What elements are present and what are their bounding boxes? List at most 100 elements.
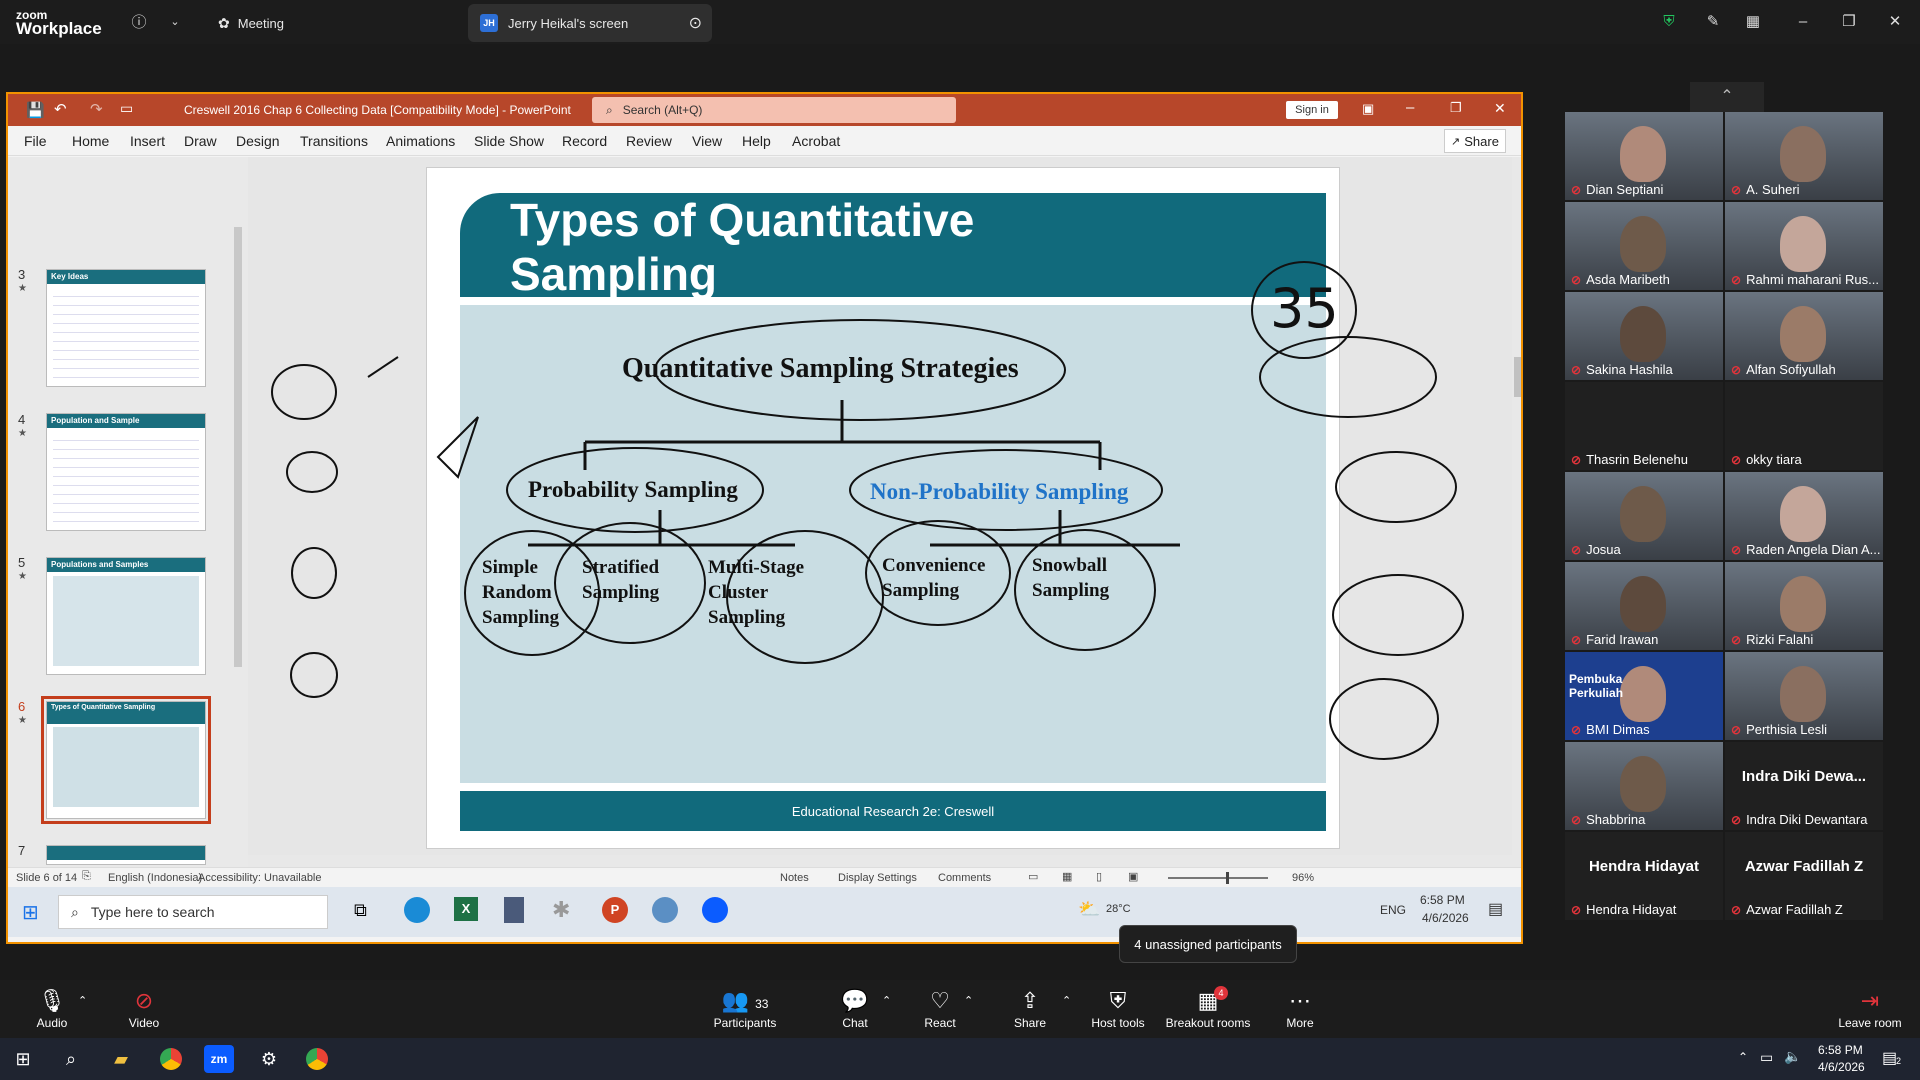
tab-meeting[interactable]: ✿ Meeting bbox=[218, 4, 448, 42]
present-icon[interactable]: ▭ bbox=[120, 100, 133, 117]
participant-tile[interactable]: ⊘ Dian Septiani bbox=[1565, 112, 1723, 200]
menu-animations[interactable]: Animations bbox=[386, 133, 455, 149]
participant-tile[interactable]: ⊘ Thasrin Belenehu bbox=[1565, 382, 1723, 470]
network-icon[interactable]: ▭ bbox=[1760, 1049, 1773, 1066]
participant-tile[interactable]: ⊘ Farid Irawan bbox=[1565, 562, 1723, 650]
participant-tile[interactable]: ⊘ Josua bbox=[1565, 472, 1723, 560]
ppt-minimize-icon[interactable]: – bbox=[1406, 99, 1414, 116]
participants-button[interactable]: 👥 33 Participants bbox=[705, 986, 785, 1030]
menu-record[interactable]: Record bbox=[562, 133, 607, 149]
menu-slide-show[interactable]: Slide Show bbox=[474, 133, 544, 149]
sign-in-button[interactable]: Sign in bbox=[1286, 101, 1338, 119]
participant-tile[interactable]: ⊘ Sakina Hashila bbox=[1565, 292, 1723, 380]
chrome-profile-icon[interactable] bbox=[302, 1045, 332, 1073]
chrome-icon[interactable] bbox=[156, 1045, 186, 1073]
display-settings-button[interactable]: Display Settings bbox=[838, 872, 917, 884]
react-button[interactable]: ♡ React bbox=[900, 986, 980, 1030]
participant-tile[interactable]: ⊘ Asda Maribeth bbox=[1565, 202, 1723, 290]
tab-shared-screen[interactable]: JH Jerry Heikal's screen ⊙ bbox=[468, 4, 712, 42]
pen-icon[interactable]: ✎ bbox=[1702, 10, 1724, 32]
zoom-level[interactable]: 96% bbox=[1292, 872, 1314, 884]
participant-tile[interactable]: ⊘ Rahmi maharani Rus... bbox=[1725, 202, 1883, 290]
menu-draw[interactable]: Draw bbox=[184, 133, 217, 149]
editor-vscroll[interactable] bbox=[1512, 157, 1521, 867]
menu-file[interactable]: File bbox=[24, 133, 47, 149]
thumb-scrollbar[interactable] bbox=[234, 227, 242, 667]
volume-icon[interactable]: 🔈 bbox=[1784, 1048, 1801, 1065]
undo-icon[interactable]: ↶ bbox=[54, 100, 67, 118]
participant-tile[interactable]: ⊘ Shabbrina bbox=[1565, 742, 1723, 830]
share-options-icon[interactable]: ⌃ bbox=[1062, 994, 1071, 1007]
zoom-taskbar-icon[interactable]: zm bbox=[204, 1045, 234, 1073]
menu-design[interactable]: Design bbox=[236, 133, 280, 149]
accessibility-label[interactable]: Accessibility: Unavailable bbox=[198, 872, 322, 884]
view-slideshow-icon[interactable]: ▣ bbox=[1128, 870, 1138, 883]
editor-hscroll[interactable] bbox=[248, 855, 1512, 867]
ppt-search-box[interactable]: ⌕ Search (Alt+Q) bbox=[592, 97, 956, 123]
comments-button[interactable]: Comments bbox=[938, 872, 991, 884]
audio-options-icon[interactable]: ⌃ bbox=[78, 994, 87, 1007]
participant-tile[interactable]: ⊘ Perthisia Lesli bbox=[1725, 652, 1883, 740]
share-button[interactable]: ↗ Share bbox=[1444, 129, 1506, 153]
chat-button[interactable]: 💬 Chat bbox=[815, 986, 895, 1030]
ppt-close-icon[interactable]: ✕ bbox=[1494, 100, 1506, 117]
shield-icon[interactable]: ⛨ bbox=[1658, 10, 1680, 32]
info-icon[interactable]: ⓘ bbox=[128, 10, 150, 32]
participant-tile[interactable]: ⊘ Raden Angela Dian A... bbox=[1725, 472, 1883, 560]
participant-tile[interactable]: ⊘ Rizki Falahi bbox=[1725, 562, 1883, 650]
view-normal-icon[interactable]: ▭ bbox=[1028, 870, 1038, 883]
language-label[interactable]: English (Indonesia) bbox=[108, 872, 202, 884]
tray-chevron-icon[interactable]: ⌃ bbox=[1738, 1050, 1748, 1064]
slide-thumbnail[interactable]: Population and Sample bbox=[46, 413, 206, 531]
restore-icon[interactable]: ❐ bbox=[1838, 10, 1860, 32]
audio-button[interactable]: 🎙 Audio bbox=[12, 986, 92, 1030]
more-button[interactable]: ⋯ More bbox=[1260, 986, 1340, 1030]
chat-options-icon[interactable]: ⌃ bbox=[882, 994, 891, 1007]
settings-gear-icon[interactable]: ⚙ bbox=[254, 1045, 284, 1073]
file-explorer-icon[interactable]: ▰ bbox=[106, 1045, 136, 1073]
participant-tile[interactable]: ⊘ A. Suheri bbox=[1725, 112, 1883, 200]
notes-button[interactable]: Notes bbox=[780, 872, 809, 884]
redo-icon[interactable]: ↷ bbox=[90, 100, 103, 118]
editor-vscroll-thumb[interactable] bbox=[1514, 357, 1521, 397]
ribbon-display-icon[interactable]: ▣ bbox=[1362, 101, 1374, 117]
slide-canvas[interactable]: Types of Quantitative Sampling Quantitat… bbox=[426, 167, 1340, 849]
leave-room-button[interactable]: ⇥ Leave room bbox=[1830, 986, 1910, 1030]
share-screen-button[interactable]: ⇪ Share bbox=[990, 986, 1070, 1030]
react-options-icon[interactable]: ⌃ bbox=[964, 994, 973, 1007]
gallery-scroll-up-icon[interactable]: ⌃ bbox=[1690, 82, 1764, 112]
zoom-slider-thumb[interactable] bbox=[1226, 872, 1229, 884]
search-icon[interactable]: ⌕ bbox=[56, 1045, 86, 1073]
participant-tile[interactable]: Indra Diki Dewa... ⊘ Indra Diki Dewantara bbox=[1725, 742, 1883, 830]
zoom-slider[interactable] bbox=[1168, 872, 1268, 884]
notification-icon[interactable]: ▤ bbox=[1882, 1048, 1897, 1068]
menu-view[interactable]: View bbox=[692, 133, 722, 149]
menu-review[interactable]: Review bbox=[626, 133, 672, 149]
video-button[interactable]: ⊘ Video bbox=[104, 986, 184, 1030]
participant-tile[interactable]: Hendra Hidayat ⊘ Hendra Hidayat bbox=[1565, 832, 1723, 920]
menu-acrobat[interactable]: Acrobat bbox=[792, 133, 840, 149]
minimize-icon[interactable]: – bbox=[1792, 10, 1814, 32]
ppt-restore-icon[interactable]: ❐ bbox=[1450, 100, 1462, 116]
participant-tile[interactable]: ⊘ okky tiara bbox=[1725, 382, 1883, 470]
participant-tile[interactable]: Pembuka Perkuliah ⊘ BMI Dimas bbox=[1565, 652, 1723, 740]
slide-thumbnail[interactable]: Populations and Samples bbox=[46, 557, 206, 675]
spellcheck-icon[interactable]: ⎘ bbox=[82, 870, 91, 883]
host-tools-button[interactable]: ⛨ Host tools bbox=[1078, 986, 1158, 1030]
chevron-down-icon[interactable]: ⌄ bbox=[164, 10, 186, 32]
slide-thumbnail[interactable]: Key Ideas bbox=[46, 269, 206, 387]
menu-home[interactable]: Home bbox=[72, 133, 109, 149]
participant-tile[interactable]: Azwar Fadillah Z ⊘ Azwar Fadillah Z bbox=[1725, 832, 1883, 920]
slide-thumbnail-selected[interactable]: Types of Quantitative Sampling bbox=[41, 696, 211, 824]
menu-transitions[interactable]: Transitions bbox=[300, 133, 368, 149]
participant-tile[interactable]: ⊘ Alfan Sofiyullah bbox=[1725, 292, 1883, 380]
menu-help[interactable]: Help bbox=[742, 133, 771, 149]
save-icon[interactable]: 💾 bbox=[26, 101, 45, 119]
more-options-icon[interactable]: ⊙ bbox=[689, 13, 702, 33]
slide-thumbnail[interactable] bbox=[46, 845, 206, 865]
view-sorter-icon[interactable]: ▦ bbox=[1062, 870, 1072, 883]
view-reading-icon[interactable]: ▯ bbox=[1096, 870, 1102, 883]
menu-insert[interactable]: Insert bbox=[130, 133, 165, 149]
layout-icon[interactable]: ▦ bbox=[1742, 10, 1764, 32]
windows-start-icon[interactable]: ⊞ bbox=[8, 1045, 38, 1073]
